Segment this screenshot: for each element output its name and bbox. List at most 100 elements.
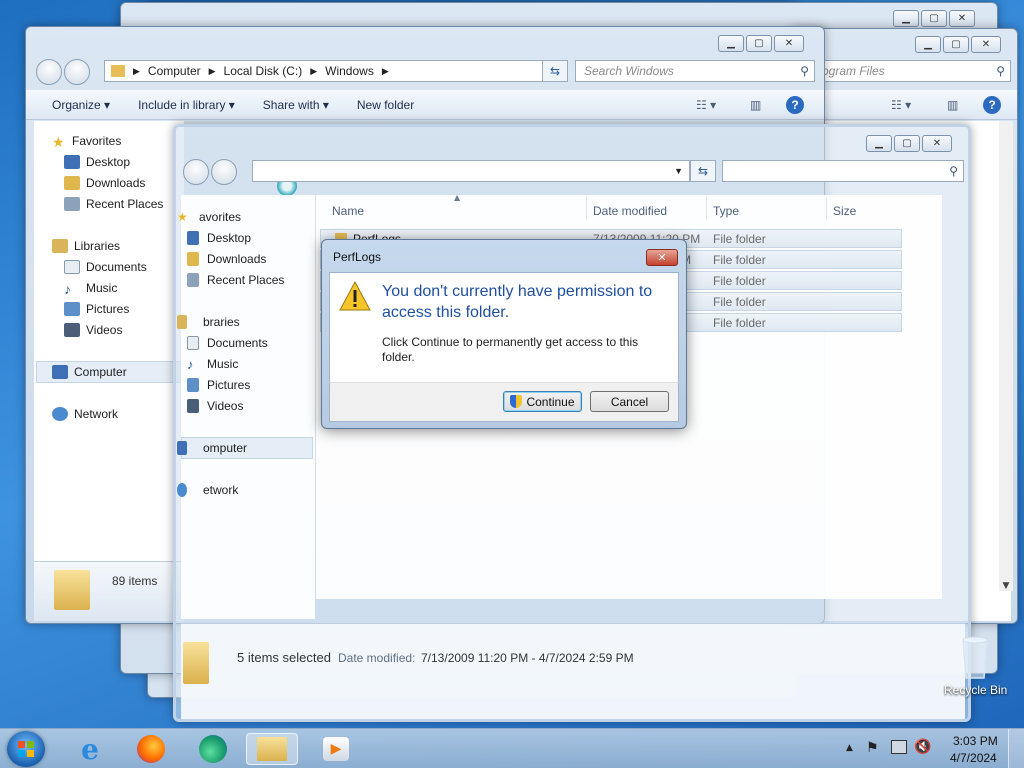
column-size[interactable]: Size xyxy=(833,204,856,218)
column-type[interactable]: Type xyxy=(713,204,739,218)
breadcrumb-separator-icon: ▶ xyxy=(208,65,216,76)
share-with-button[interactable]: Share with ▾ xyxy=(249,98,343,112)
views-icon[interactable]: ☷ ▾ xyxy=(696,98,716,112)
minimize-icon[interactable]: ▁ xyxy=(893,10,919,27)
close-icon[interactable]: ✕ xyxy=(971,36,1001,53)
maximize-icon[interactable]: ▢ xyxy=(894,135,920,152)
minimize-icon[interactable]: ▁ xyxy=(866,135,892,152)
permission-dialog: PerfLogs ✕ You don't currently have perm… xyxy=(321,239,687,429)
row-type: File folder xyxy=(713,316,766,330)
continue-button[interactable]: Continue xyxy=(503,391,582,412)
close-icon[interactable]: ✕ xyxy=(922,135,952,152)
close-icon[interactable]: ✕ xyxy=(646,249,678,266)
nav-recent-places[interactable]: Recent Places xyxy=(64,194,163,214)
back-arrow-icon[interactable] xyxy=(36,59,62,85)
organize-button[interactable]: Organize ▾ xyxy=(26,98,124,112)
forward-arrow-icon[interactable] xyxy=(211,159,237,185)
videos-icon xyxy=(187,399,199,413)
breadcrumb-local-disk[interactable]: Local Disk (C:) xyxy=(224,64,303,78)
dialog-footer: Continue Cancel xyxy=(329,382,679,422)
recent-places-icon xyxy=(187,273,199,287)
nav-computer[interactable]: omputer xyxy=(177,438,247,458)
search-input[interactable]: Search Windows ⚲ xyxy=(575,60,815,82)
minimize-icon[interactable]: ▁ xyxy=(718,35,744,52)
nav-pictures[interactable]: Pictures xyxy=(187,375,250,395)
folder-icon xyxy=(183,642,209,684)
nav-downloads[interactable]: Downloads xyxy=(64,173,145,193)
network-status-icon[interactable] xyxy=(891,740,907,754)
clock-time[interactable]: 3:03 PM xyxy=(953,734,998,748)
dialog-message: Click Continue to permanently get access… xyxy=(382,335,639,364)
breadcrumb-windows[interactable]: Windows xyxy=(325,64,374,78)
nav-desktop[interactable]: Desktop xyxy=(64,152,130,172)
windows-orb-icon[interactable] xyxy=(7,731,45,767)
refresh-icon[interactable]: ⇆ xyxy=(542,60,568,82)
new-folder-button[interactable]: New folder xyxy=(343,98,428,112)
search-input[interactable]: rogram Files ⚲ xyxy=(809,60,1011,82)
taskbar: e ▶ ▲ ⚑ 🔇 3:03 PM 4/7/2024 xyxy=(0,728,1024,768)
back-arrow-icon[interactable] xyxy=(183,159,209,185)
maximize-icon[interactable]: ▢ xyxy=(746,35,772,52)
address-bar[interactable]: ▼ xyxy=(252,160,690,182)
breadcrumb-computer[interactable]: Computer xyxy=(148,64,201,78)
nav-favorites[interactable]: ★ Favorites xyxy=(52,131,121,151)
search-icon: ⚲ xyxy=(800,64,809,78)
pictures-icon xyxy=(64,302,80,316)
nav-music[interactable]: ♪ Music xyxy=(187,354,238,374)
show-desktop-button[interactable] xyxy=(1008,729,1024,768)
preview-pane-icon[interactable]: ▥ xyxy=(750,98,761,112)
selection-count: 5 items selected xyxy=(237,650,331,665)
cancel-button[interactable]: Cancel xyxy=(590,391,669,412)
search-input[interactable]: ⚲ xyxy=(722,160,964,182)
address-bar[interactable]: ▶ Computer ▶ Local Disk (C:) ▶ Windows ▶… xyxy=(104,60,568,82)
nav-libraries[interactable]: Libraries xyxy=(52,236,120,256)
chevron-down-icon[interactable]: ▼ xyxy=(674,166,683,176)
sort-indicator-icon: ▲ xyxy=(454,193,461,202)
nav-downloads[interactable]: Downloads xyxy=(187,249,266,269)
views-icon[interactable]: ☷ ▾ xyxy=(891,98,911,112)
close-icon[interactable]: ✕ xyxy=(949,10,975,27)
nav-desktop[interactable]: Desktop xyxy=(187,228,251,248)
edge-icon[interactable] xyxy=(193,733,233,765)
file-explorer-icon[interactable] xyxy=(246,733,298,765)
nav-videos[interactable]: Videos xyxy=(187,396,243,416)
preview-pane-icon[interactable]: ▥ xyxy=(947,98,958,112)
minimize-icon[interactable]: ▁ xyxy=(915,36,941,53)
nav-videos[interactable]: Videos xyxy=(64,320,122,340)
nav-recent-places[interactable]: Recent Places xyxy=(187,270,284,290)
refresh-icon[interactable]: ⇆ xyxy=(690,160,716,182)
maximize-icon[interactable]: ▢ xyxy=(921,10,947,27)
nav-documents[interactable]: Documents xyxy=(187,333,268,353)
toolbar: Organize ▾ Include in library ▾ Share wi… xyxy=(26,90,824,120)
include-in-library-button[interactable]: Include in library ▾ xyxy=(124,98,249,112)
show-hidden-icons-icon[interactable]: ▲ xyxy=(846,743,853,753)
internet-explorer-icon[interactable]: e xyxy=(70,733,110,766)
close-icon[interactable]: ✕ xyxy=(774,35,804,52)
scrollbar[interactable]: ▼ xyxy=(999,121,1013,591)
nav-documents[interactable]: Documents xyxy=(64,257,147,277)
row-type: File folder xyxy=(713,274,766,288)
firefox-icon[interactable] xyxy=(131,733,171,765)
column-name[interactable]: Name xyxy=(332,204,364,218)
dialog-body: You don't currently have permission to a… xyxy=(329,272,679,382)
forward-arrow-icon[interactable] xyxy=(64,59,90,85)
toolbar: ☷ ▾ ▥ ? xyxy=(791,90,1017,120)
volume-muted-icon[interactable]: 🔇 xyxy=(914,739,931,755)
media-player-icon[interactable]: ▶ xyxy=(316,733,356,765)
maximize-icon[interactable]: ▢ xyxy=(943,36,969,53)
flag-icon[interactable]: ⚑ xyxy=(866,740,879,756)
nav-music[interactable]: ♪ Music xyxy=(64,278,117,298)
nav-libraries[interactable]: braries xyxy=(177,312,240,332)
help-icon[interactable]: ? xyxy=(786,95,804,114)
nav-favorites[interactable]: ★ avorites xyxy=(177,207,241,227)
nav-network[interactable]: Network xyxy=(52,404,118,424)
help-icon[interactable]: ? xyxy=(983,95,1001,114)
downloads-icon xyxy=(187,252,199,266)
nav-computer[interactable]: Computer xyxy=(52,362,127,382)
star-icon: ★ xyxy=(177,210,188,224)
clock-date[interactable]: 4/7/2024 xyxy=(950,751,997,765)
recycle-bin-icon[interactable] xyxy=(957,632,993,680)
nav-network[interactable]: etwork xyxy=(177,480,238,500)
column-date-modified[interactable]: Date modified xyxy=(593,204,667,218)
nav-pictures[interactable]: Pictures xyxy=(64,299,129,319)
